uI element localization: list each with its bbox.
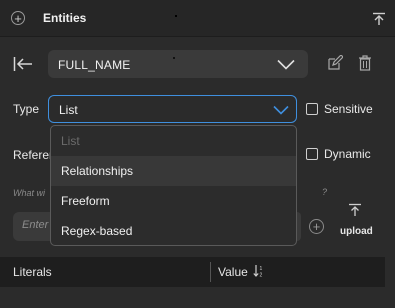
type-value: List [59,103,78,117]
type-label: Type [13,102,40,116]
panel-title: Entities [43,11,87,25]
entity-name-select[interactable]: FULL_NAME [48,50,308,78]
stray-dot [173,57,175,59]
trash-icon[interactable] [358,55,372,76]
type-select[interactable]: List [48,95,297,123]
add-entity-icon[interactable]: + [11,11,25,25]
dynamic-label: Dynamic [324,147,371,161]
table-header [0,257,385,287]
dropdown-option-list: List [61,134,80,148]
add-value-icon[interactable]: + [309,219,324,234]
chevron-down-icon [277,59,295,70]
dropdown-option-relationships[interactable]: Relationships [51,156,296,186]
entity-name-value: FULL_NAME [58,58,131,72]
upload-button[interactable]: upload [340,226,373,237]
type-dropdown-menu: List Relationships Freeform Regex-based [50,125,297,246]
column-value[interactable]: Value [218,265,248,279]
dropdown-option-regex[interactable]: Regex-based [51,216,296,245]
dynamic-checkbox[interactable] [306,148,318,160]
collapse-top-icon[interactable] [372,12,386,31]
dropdown-option-freeform[interactable]: Freeform [51,186,296,216]
back-to-start-icon[interactable] [13,56,33,77]
hint-text-end: ? [322,187,328,197]
hint-text: What wi [13,188,46,198]
stray-dot [175,15,177,17]
value-input-wrap[interactable] [13,212,58,241]
sensitive-label: Sensitive [324,102,373,116]
edit-icon[interactable] [327,54,344,76]
svg-text:1: 1 [260,266,263,272]
sensitive-checkbox[interactable] [306,103,318,115]
column-divider[interactable] [210,262,211,282]
upload-icon[interactable] [348,203,362,222]
svg-text:2: 2 [260,273,263,279]
value-input-end [297,212,301,241]
column-literals[interactable]: Literals [13,265,52,279]
chevron-down-icon [273,105,289,115]
sort-icon[interactable]: 12 [253,264,265,283]
